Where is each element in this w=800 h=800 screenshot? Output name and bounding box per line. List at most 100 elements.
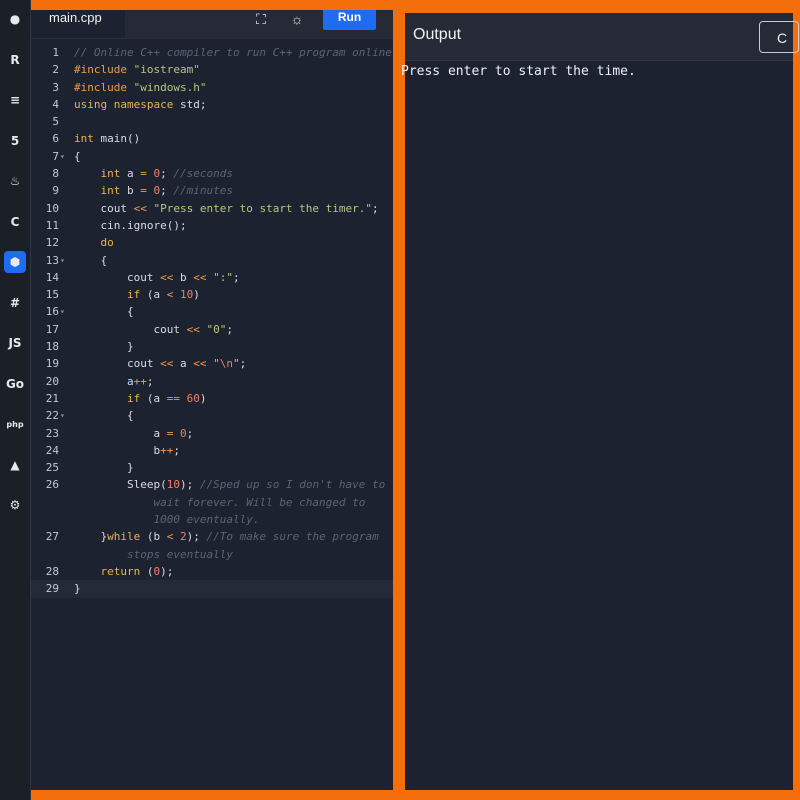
rust-icon[interactable]: ⚙	[4, 494, 26, 516]
code-line[interactable]: 10 cout << "Press enter to start the tim…	[31, 200, 393, 217]
fold-gutter	[59, 130, 74, 147]
code-line[interactable]: 1 // Online C++ compiler to run C++ progr…	[31, 44, 393, 61]
html-icon[interactable]: 5	[4, 130, 26, 152]
code-line[interactable]: 19 cout << a << "\n";	[31, 355, 393, 372]
code-line[interactable]: 16 ▾ {	[31, 303, 393, 320]
fold-gutter	[59, 113, 74, 130]
line-number: 2	[52, 63, 59, 77]
php-icon[interactable]: php	[4, 413, 26, 435]
line-number: 18	[45, 340, 59, 354]
code-text: }	[74, 582, 81, 596]
code-text: using namespace std;	[74, 97, 207, 111]
python-icon[interactable]: ●	[4, 8, 26, 30]
code-line[interactable]: 13 ▾ {	[31, 252, 393, 269]
code-line[interactable]: 3 #include "windows.h"	[31, 79, 393, 96]
swift-icon[interactable]: ▲	[4, 454, 26, 476]
code-text: a++;	[74, 374, 154, 388]
theme-toggle-icon[interactable]: ☼	[286, 10, 308, 30]
code-line[interactable]: 23 a = 0;	[31, 425, 393, 442]
java-icon[interactable]: ♨	[4, 170, 26, 192]
code-text: int b = 0; //minutes	[100, 184, 233, 198]
fold-gutter	[59, 269, 74, 286]
line-number: 12	[45, 236, 59, 250]
code-line[interactable]: 21 if (a == 60)	[31, 390, 393, 407]
code-line[interactable]: 8 int a = 0; //seconds	[31, 165, 393, 182]
panel-divider[interactable]	[393, 10, 405, 790]
code-line[interactable]: 15 if (a < 10)	[31, 286, 393, 303]
code-text: int a = 0; //seconds	[100, 167, 233, 181]
fold-arrow-icon[interactable]: ▾	[59, 407, 74, 424]
line-number: 19	[45, 357, 59, 371]
code-line[interactable]: 17 cout << "0";	[31, 321, 393, 338]
fold-arrow-icon[interactable]: ▾	[59, 303, 74, 320]
code-text: #include "iostream"	[74, 63, 200, 77]
code-line[interactable]: 29}	[31, 580, 393, 598]
line-number: 9	[52, 184, 59, 198]
code-line[interactable]: 24 b++;	[31, 442, 393, 459]
line-number: 22	[45, 409, 59, 423]
code-line[interactable]: 5	[31, 113, 393, 130]
code-editor[interactable]: main.cpp ⛶ ☼ Run 1 // Online C++ compiler…	[31, 10, 393, 790]
go-icon[interactable]: Go	[4, 373, 26, 395]
line-number: 4	[52, 97, 59, 111]
line-number: 11	[45, 218, 59, 232]
code-line[interactable]: 22 ▾ {	[31, 407, 393, 424]
fold-gutter	[59, 182, 74, 199]
fullscreen-icon[interactable]: ⛶	[250, 10, 272, 30]
sql-icon[interactable]: ≡	[4, 89, 26, 111]
fold-gutter	[59, 563, 74, 580]
line-number: 3	[52, 80, 59, 94]
code-text: return (0);	[100, 564, 174, 578]
code-area[interactable]: 1 // Online C++ compiler to run C++ progr…	[31, 44, 393, 598]
code-line[interactable]: 9 int b = 0; //minutes	[31, 182, 393, 199]
javascript-icon[interactable]: JS	[4, 332, 26, 354]
code-line[interactable]: 7 ▾{	[31, 148, 393, 165]
fold-gutter	[59, 528, 74, 563]
code-line[interactable]: 14 cout << b << ":";	[31, 269, 393, 286]
code-text: cout << a << "\n";	[74, 357, 247, 371]
code-text: if (a == 60)	[126, 391, 207, 405]
fold-gutter	[59, 200, 74, 217]
code-line[interactable]: 2 #include "iostream"	[31, 61, 393, 78]
code-line[interactable]: 12 do	[31, 234, 393, 251]
run-button[interactable]: Run	[323, 10, 376, 30]
code-text: }	[74, 340, 134, 354]
fold-gutter	[59, 355, 74, 372]
output-title: Output	[413, 26, 462, 43]
cpp-icon[interactable]: ⬢	[4, 251, 26, 273]
code-line[interactable]: 26 Sleep(10); //Sped up so I don't have …	[31, 476, 393, 528]
code-line[interactable]: 11 cin.ignore();	[31, 217, 393, 234]
line-number: 21	[45, 391, 59, 405]
line-number: 16	[45, 305, 59, 319]
r-lang-icon[interactable]: R	[4, 49, 26, 71]
line-number: 23	[45, 426, 59, 440]
line-number: 20	[45, 374, 59, 388]
c-lang-icon[interactable]: C	[4, 211, 26, 233]
code-line[interactable]: 27 }while (b < 2); //To make sure the pr…	[31, 528, 393, 563]
code-text: // Online C++ compiler to run C++ progra…	[74, 46, 392, 59]
code-line[interactable]: 6 int main()	[31, 130, 393, 147]
code-line[interactable]: 20 a++;	[31, 373, 393, 390]
code-line[interactable]: 18 }	[31, 338, 393, 355]
code-text: Sleep(10); //Sped up so I don't have to …	[74, 478, 386, 527]
code-line[interactable]: 4 using namespace std;	[31, 96, 393, 113]
code-text: cout << "Press enter to start the timer.…	[74, 201, 379, 215]
fold-gutter	[59, 79, 74, 96]
code-line[interactable]: 28 return (0);	[31, 563, 393, 580]
fold-gutter	[59, 165, 74, 182]
fold-gutter	[59, 390, 74, 407]
csharp-icon[interactable]: #	[4, 292, 26, 314]
code-text: {	[74, 305, 134, 319]
file-tab-main-cpp[interactable]: main.cpp	[31, 10, 125, 38]
output-header: Output C	[405, 13, 799, 61]
fold-arrow-icon[interactable]: ▾	[59, 148, 74, 165]
line-number: 29	[45, 582, 59, 596]
language-sidebar: ● R ≡ 5 ♨ C ⬢ # JS Go php ▲ ⚙	[0, 0, 31, 800]
code-line[interactable]: 25 }	[31, 459, 393, 476]
fold-gutter	[59, 580, 74, 597]
line-number: 10	[45, 201, 59, 215]
clear-button[interactable]: C	[759, 21, 799, 53]
line-number: 1	[52, 46, 59, 59]
fold-arrow-icon[interactable]: ▾	[59, 252, 74, 269]
code-text: a = 0;	[74, 426, 194, 440]
